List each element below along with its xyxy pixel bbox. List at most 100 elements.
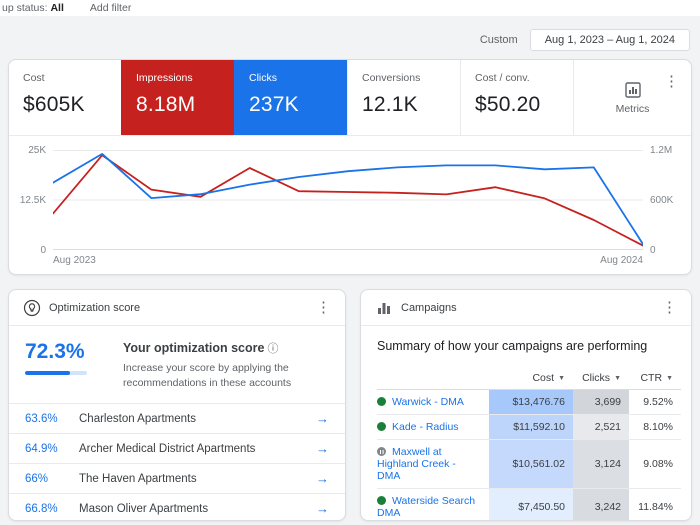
add-filter-button[interactable]: Add filter <box>90 2 131 14</box>
campaign-name-cell: Warwick - DMA <box>377 390 489 415</box>
optimization-text-block: Your optimization scoreⓘ Increase your s… <box>123 340 329 391</box>
campaign-name-cell: Maxwell at Highland Creek - DMA <box>377 440 489 489</box>
column-header-clicks[interactable]: Clicks▼ <box>573 367 629 390</box>
optimization-menu-button[interactable]: ⋮ <box>312 298 335 317</box>
campaign-name-cell: Kade - Radius <box>377 415 489 440</box>
scorecard-cost[interactable]: Cost $605K <box>9 60 121 135</box>
campaign-name-cell: Waterside Search DMA <box>377 489 489 522</box>
optimization-summary: 72.3% Your optimization scoreⓘ Increase … <box>9 326 345 403</box>
arrow-right-icon[interactable]: → <box>316 411 329 426</box>
cost-cell: $7,450.50 <box>489 489 573 522</box>
account-row[interactable]: 64.9% Archer Medical District Apartments… <box>9 433 345 463</box>
cost-cell: $10,561.02 <box>489 440 573 489</box>
ctr-cell: 9.08% <box>629 440 681 489</box>
right-axis: 1.2M 600K 0 <box>643 150 691 250</box>
campaigns-table: Cost ▼ Clicks▼ CTR ▼ Warwick - DMA $13,476… <box>377 367 681 521</box>
optimization-description: Increase your score by applying the reco… <box>123 361 329 391</box>
campaign-row: Warwick - DMA $13,476.76 3,699 9.52% <box>377 390 681 415</box>
sort-down-icon[interactable]: ▼ <box>558 375 565 382</box>
metrics-button[interactable]: ⋮ Metrics <box>573 60 691 135</box>
campaign-name-link[interactable]: Kade - Radius <box>392 421 459 433</box>
overview-menu-button[interactable]: ⋮ <box>660 72 683 91</box>
arrow-right-icon[interactable]: → <box>316 471 329 486</box>
date-range-selector[interactable]: Aug 1, 2023 – Aug 1, 2024 <box>530 29 690 51</box>
account-score: 66% <box>25 473 79 485</box>
scorecard-value: $50.20 <box>475 93 559 117</box>
arrow-right-icon[interactable]: → <box>316 501 329 516</box>
date-range-row: Custom Aug 1, 2023 – Aug 1, 2024 <box>0 29 690 51</box>
scorecard-conversions[interactable]: Conversions 12.1K <box>347 60 460 135</box>
scorecard-clicks[interactable]: Clicks 237K <box>234 60 347 135</box>
account-row[interactable]: 66.8% Mason Oliver Apartments → <box>9 493 345 521</box>
optimization-heading: Your optimization scoreⓘ <box>123 340 329 356</box>
column-header-ctr[interactable]: CTR ▼ <box>629 367 681 390</box>
status-filter-chip[interactable]: up status: All <box>2 2 64 14</box>
left-axis: 25K 12.5K 0 <box>9 150 53 250</box>
status-dot-icon <box>377 422 386 431</box>
optimization-progress-fill <box>25 371 70 375</box>
campaigns-body: Summary of how your campaigns are perfor… <box>361 326 691 521</box>
google-ads-overview-page: { "icons": { "kebab": "⋮", "sort_down": … <box>0 0 700 525</box>
campaign-row: Kade - Radius $11,592.10 2,521 8.10% <box>377 415 681 440</box>
column-header-cost[interactable]: Cost ▼ <box>489 367 573 390</box>
campaign-name-link[interactable]: Maxwell at Highland Creek - DMA <box>377 446 456 482</box>
account-row[interactable]: 63.6% Charleston Apartments → <box>9 403 345 433</box>
column-header-label: CTR <box>640 372 662 384</box>
sort-down-icon[interactable]: ▼ <box>614 375 621 382</box>
info-icon[interactable]: ⓘ <box>267 343 278 355</box>
status-filter-label: up status: <box>2 2 48 14</box>
clicks-cell: 3,242 <box>573 489 629 522</box>
status-filter-value: All <box>50 2 63 14</box>
lightbulb-icon <box>23 299 41 317</box>
left-axis-tick: 12.5K <box>20 195 46 206</box>
optimization-card-header: Optimization score ⋮ <box>9 290 345 326</box>
scorecard-value: 12.1K <box>362 93 446 117</box>
top-filter-bar: up status: All Add filter <box>0 0 700 16</box>
optimization-score-value: 72.3% <box>25 340 109 364</box>
campaign-row: Waterside Search DMA $7,450.50 3,242 11.… <box>377 489 681 522</box>
account-score: 63.6% <box>25 413 79 425</box>
campaign-name-link[interactable]: Warwick - DMA <box>392 396 464 408</box>
left-axis-tick: 0 <box>40 245 46 256</box>
left-axis-tick: 25K <box>28 145 46 156</box>
scorecard-value: 237K <box>249 93 333 117</box>
campaigns-card-title: Campaigns <box>401 302 650 314</box>
date-preset-label: Custom <box>480 34 518 46</box>
campaigns-table-header-row: Cost ▼ Clicks▼ CTR ▼ <box>377 367 681 390</box>
optimization-heading-text: Your optimization score <box>123 341 264 355</box>
optimization-progress-bar <box>25 371 87 375</box>
campaigns-menu-button[interactable]: ⋮ <box>658 298 681 317</box>
scorecard-label: Cost <box>23 72 107 84</box>
column-header-name <box>377 367 489 390</box>
arrow-right-icon[interactable]: → <box>316 441 329 456</box>
optimization-card-title: Optimization score <box>49 302 304 314</box>
overview-card: Cost $605K Impressions 8.18M Clicks 237K… <box>8 59 692 275</box>
account-name: Archer Medical District Apartments <box>79 443 316 455</box>
scorecard-value: 8.18M <box>136 93 220 117</box>
campaign-row: Maxwell at Highland Creek - DMA $10,561.… <box>377 440 681 489</box>
scorecard-value: $605K <box>23 93 107 117</box>
x-axis-tick: Aug 2024 <box>600 255 643 266</box>
metrics-icon <box>624 81 642 99</box>
right-axis-tick: 0 <box>650 245 656 256</box>
campaign-name-link[interactable]: Waterside Search DMA <box>377 495 475 519</box>
ctr-cell: 11.84% <box>629 489 681 522</box>
status-dot-icon <box>377 496 386 505</box>
account-score: 64.9% <box>25 443 79 455</box>
scorecard-cost-per-conv[interactable]: Cost / conv. $50.20 <box>460 60 573 135</box>
sort-down-icon[interactable]: ▼ <box>666 375 673 382</box>
status-dot-icon <box>377 397 386 406</box>
chart-plot-area: Aug 2023 Aug 2024 <box>53 150 643 268</box>
scorecard-impressions[interactable]: Impressions 8.18M <box>121 60 234 135</box>
scorecard-label: Impressions <box>136 72 220 84</box>
clicks-cell: 2,521 <box>573 415 629 440</box>
column-header-label: Cost <box>532 372 554 384</box>
scorecard-label: Clicks <box>249 72 333 84</box>
clicks-cell: 3,124 <box>573 440 629 489</box>
trend-lines-svg <box>53 150 643 250</box>
ctr-cell: 8.10% <box>629 415 681 440</box>
scorecard-row: Cost $605K Impressions 8.18M Clicks 237K… <box>9 60 691 136</box>
scorecard-label: Cost / conv. <box>475 72 559 84</box>
account-row[interactable]: 66% The Haven Apartments → <box>9 463 345 493</box>
optimization-score-block: 72.3% <box>25 340 109 391</box>
